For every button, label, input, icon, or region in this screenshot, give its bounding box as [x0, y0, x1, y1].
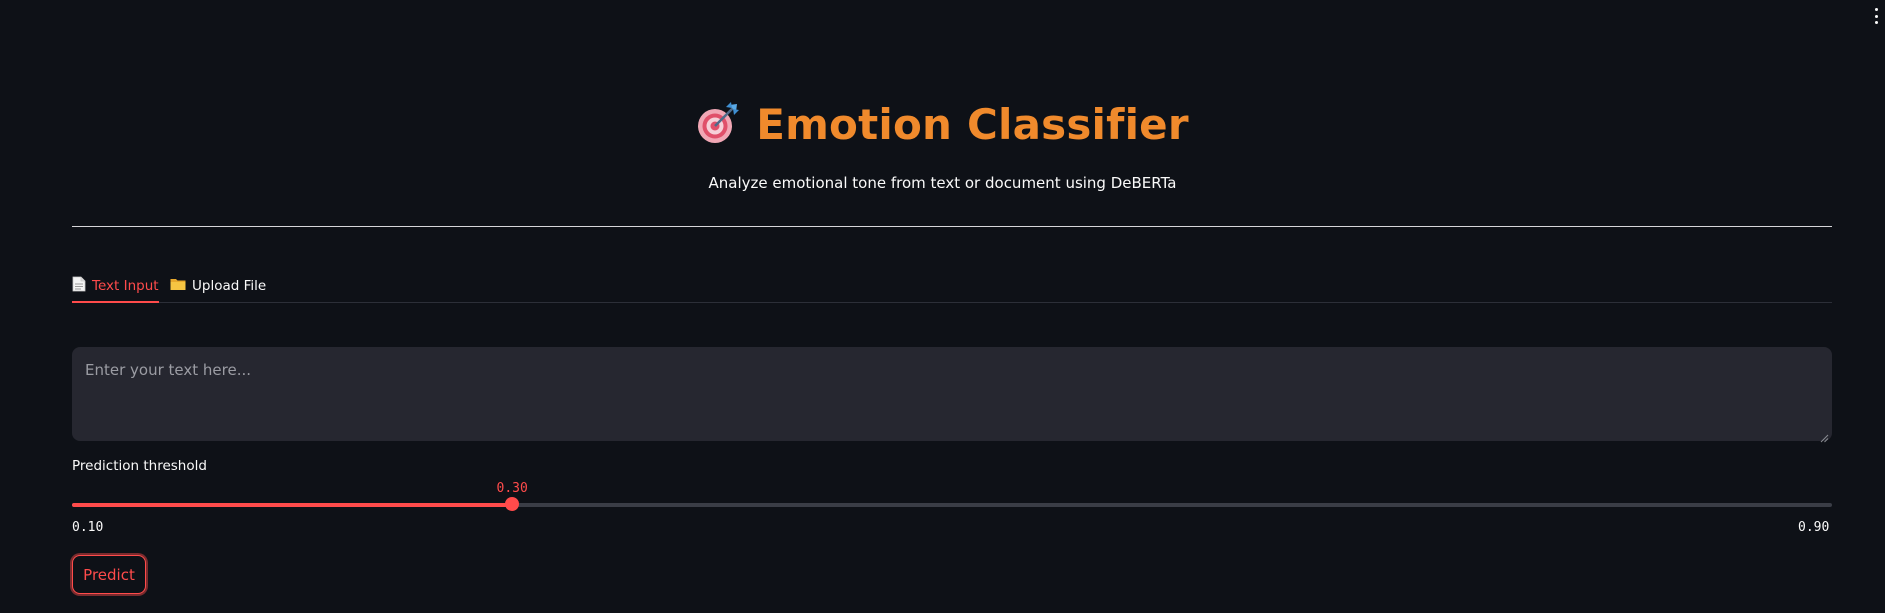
tab-text-input[interactable]: Text Input	[72, 270, 159, 303]
header-divider	[72, 226, 1832, 227]
threshold-value: 0.30	[496, 481, 528, 496]
target-icon	[696, 101, 740, 149]
document-icon	[72, 276, 86, 296]
page-subtitle: Analyze emotional tone from text or docu…	[708, 174, 1177, 192]
threshold-slider-track[interactable]	[72, 503, 1832, 507]
threshold-min: 0.10	[72, 520, 104, 535]
tab-upload-file-label: Upload File	[192, 277, 267, 294]
page-title: Emotion Classifier	[756, 100, 1189, 149]
page-header: Emotion Classifier	[0, 100, 1885, 149]
main-menu-icon[interactable]	[1873, 8, 1879, 24]
tab-upload-file[interactable]: Upload File	[170, 270, 266, 301]
predict-button[interactable]: Predict	[72, 555, 146, 594]
folder-icon	[170, 277, 186, 295]
threshold-label: Prediction threshold	[72, 458, 207, 474]
threshold-slider-thumb[interactable]	[505, 497, 519, 511]
tab-bar: Text Input Upload File	[72, 270, 1832, 303]
resize-handle-icon[interactable]	[1819, 428, 1829, 443]
tab-text-input-label: Text Input	[92, 277, 159, 294]
text-input-area[interactable]	[72, 347, 1832, 441]
threshold-slider-fill	[72, 503, 512, 507]
threshold-max: 0.90	[1798, 520, 1830, 535]
app-page: Emotion Classifier Analyze emotional ton…	[0, 0, 1885, 613]
